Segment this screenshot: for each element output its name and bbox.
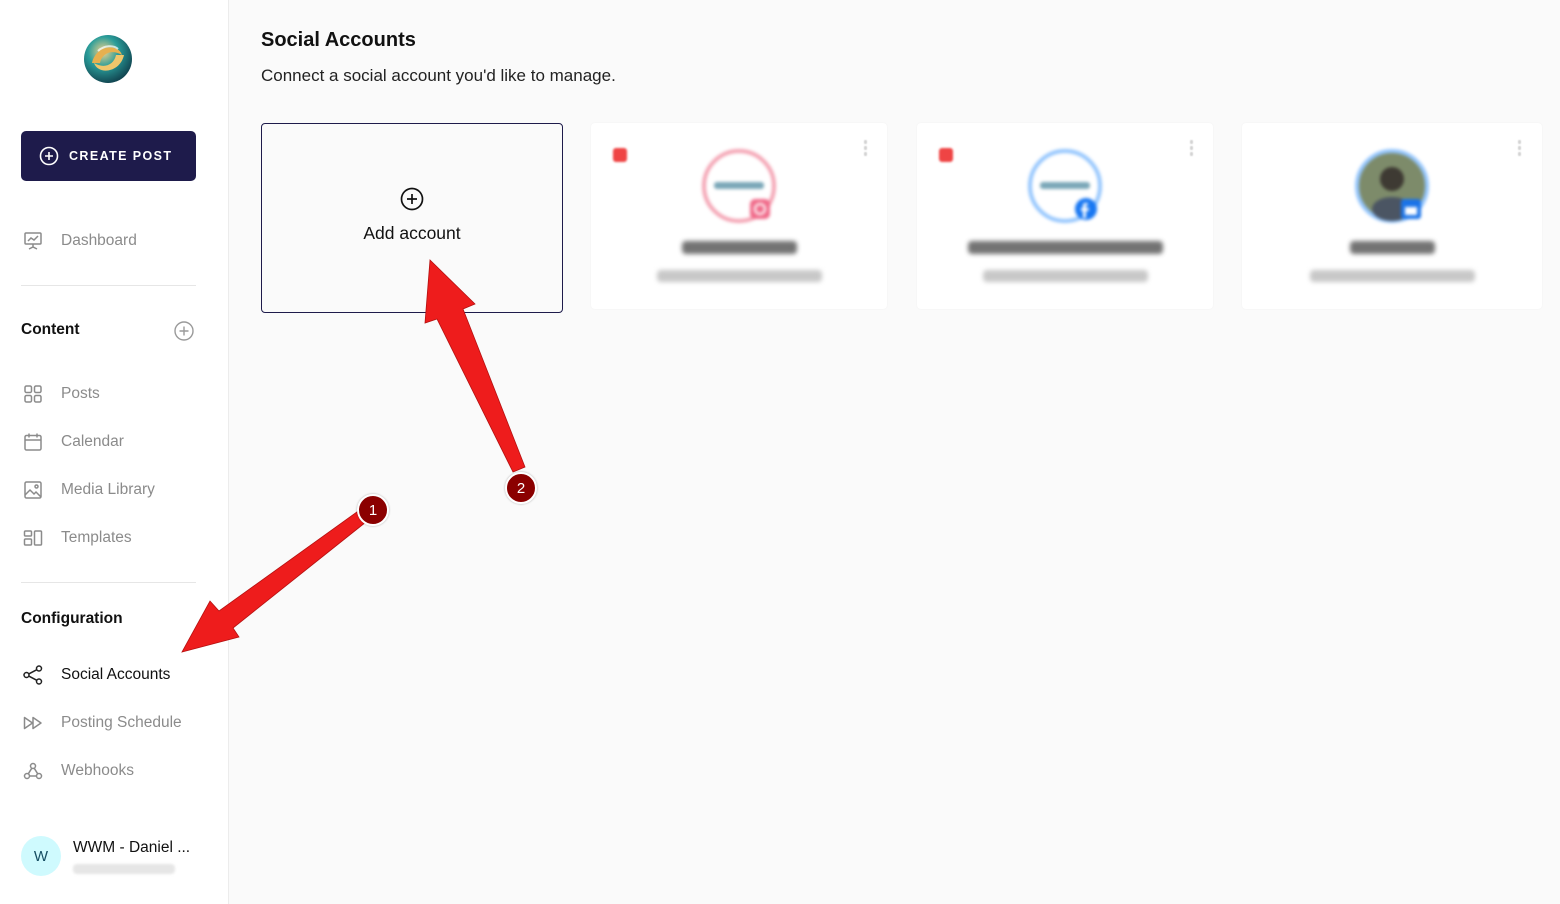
app-logo[interactable]: [82, 33, 134, 85]
account-added-redacted: [1309, 270, 1475, 282]
account-card-instagram[interactable]: [591, 123, 887, 309]
account-avatar: [1353, 147, 1431, 225]
configuration-section-title: Configuration: [21, 610, 123, 627]
sidebar-item-webhooks[interactable]: Webhooks: [21, 756, 211, 786]
sidebar-item-social-accounts[interactable]: Social Accounts: [21, 660, 211, 690]
account-card-facebook[interactable]: [917, 123, 1213, 309]
add-content-button[interactable]: [173, 320, 195, 342]
plus-circle-icon: [174, 321, 194, 341]
sidebar-item-label: Social Accounts: [61, 666, 171, 683]
more-options-button[interactable]: [861, 139, 869, 161]
status-indicator: [613, 148, 627, 162]
account-added-redacted: [982, 270, 1148, 282]
create-post-label: CREATE POST: [69, 149, 173, 163]
sidebar-item-label: Templates: [61, 529, 132, 546]
account-card-google-business[interactable]: [1242, 123, 1542, 309]
share-icon: [21, 663, 45, 687]
user-name: WWM - Daniel ...: [73, 838, 191, 856]
calendar-icon: [21, 430, 45, 454]
webhook-icon: [21, 759, 45, 783]
more-options-button[interactable]: [1187, 139, 1195, 161]
sidebar-item-dashboard[interactable]: Dashboard: [21, 226, 211, 256]
account-name-redacted: [1349, 241, 1435, 254]
more-options-button[interactable]: [1515, 139, 1523, 161]
sidebar-item-label: Posts: [61, 385, 100, 402]
sidebar-divider: [21, 582, 196, 583]
status-indicator: [939, 148, 953, 162]
add-account-label: Add account: [363, 223, 461, 243]
sidebar-item-label: Webhooks: [61, 762, 134, 779]
account-name-redacted: [967, 241, 1163, 254]
user-profile[interactable]: W WWM - Daniel ...: [21, 836, 190, 876]
sidebar-item-label: Dashboard: [61, 232, 137, 249]
template-icon: [21, 526, 45, 550]
presentation-chart-icon: [21, 229, 45, 253]
sidebar: CREATE POST Dashboard Content Posts Cale…: [0, 0, 229, 904]
sidebar-item-templates[interactable]: Templates: [21, 523, 211, 553]
account-avatar: [700, 147, 778, 225]
annotation-badge-2: 2: [505, 472, 537, 504]
sidebar-item-media-library[interactable]: Media Library: [21, 475, 211, 505]
account-added-redacted: [656, 270, 822, 282]
page-subtitle: Connect a social account you'd like to m…: [261, 66, 616, 85]
account-avatar: [1026, 147, 1104, 225]
create-post-button[interactable]: CREATE POST: [21, 131, 196, 181]
fast-forward-icon: [21, 711, 45, 735]
annotation-badge-1: 1: [357, 494, 389, 526]
sidebar-divider: [21, 285, 196, 286]
content-section-title: Content: [21, 321, 80, 338]
plus-circle-icon: [400, 187, 424, 211]
plus-circle-icon: [39, 146, 59, 166]
sidebar-item-label: Posting Schedule: [61, 714, 182, 731]
sidebar-item-posting-schedule[interactable]: Posting Schedule: [21, 708, 211, 738]
image-icon: [21, 478, 45, 502]
avatar: W: [21, 836, 61, 876]
user-subtitle-redacted: [73, 863, 175, 874]
add-account-card[interactable]: Add account: [261, 123, 563, 313]
sidebar-item-posts[interactable]: Posts: [21, 379, 211, 409]
sidebar-item-calendar[interactable]: Calendar: [21, 427, 211, 457]
grid-icon: [21, 382, 45, 406]
sidebar-item-label: Media Library: [61, 481, 155, 498]
account-name-redacted: [681, 241, 797, 254]
sidebar-item-label: Calendar: [61, 433, 124, 450]
page-title: Social Accounts: [261, 29, 416, 51]
